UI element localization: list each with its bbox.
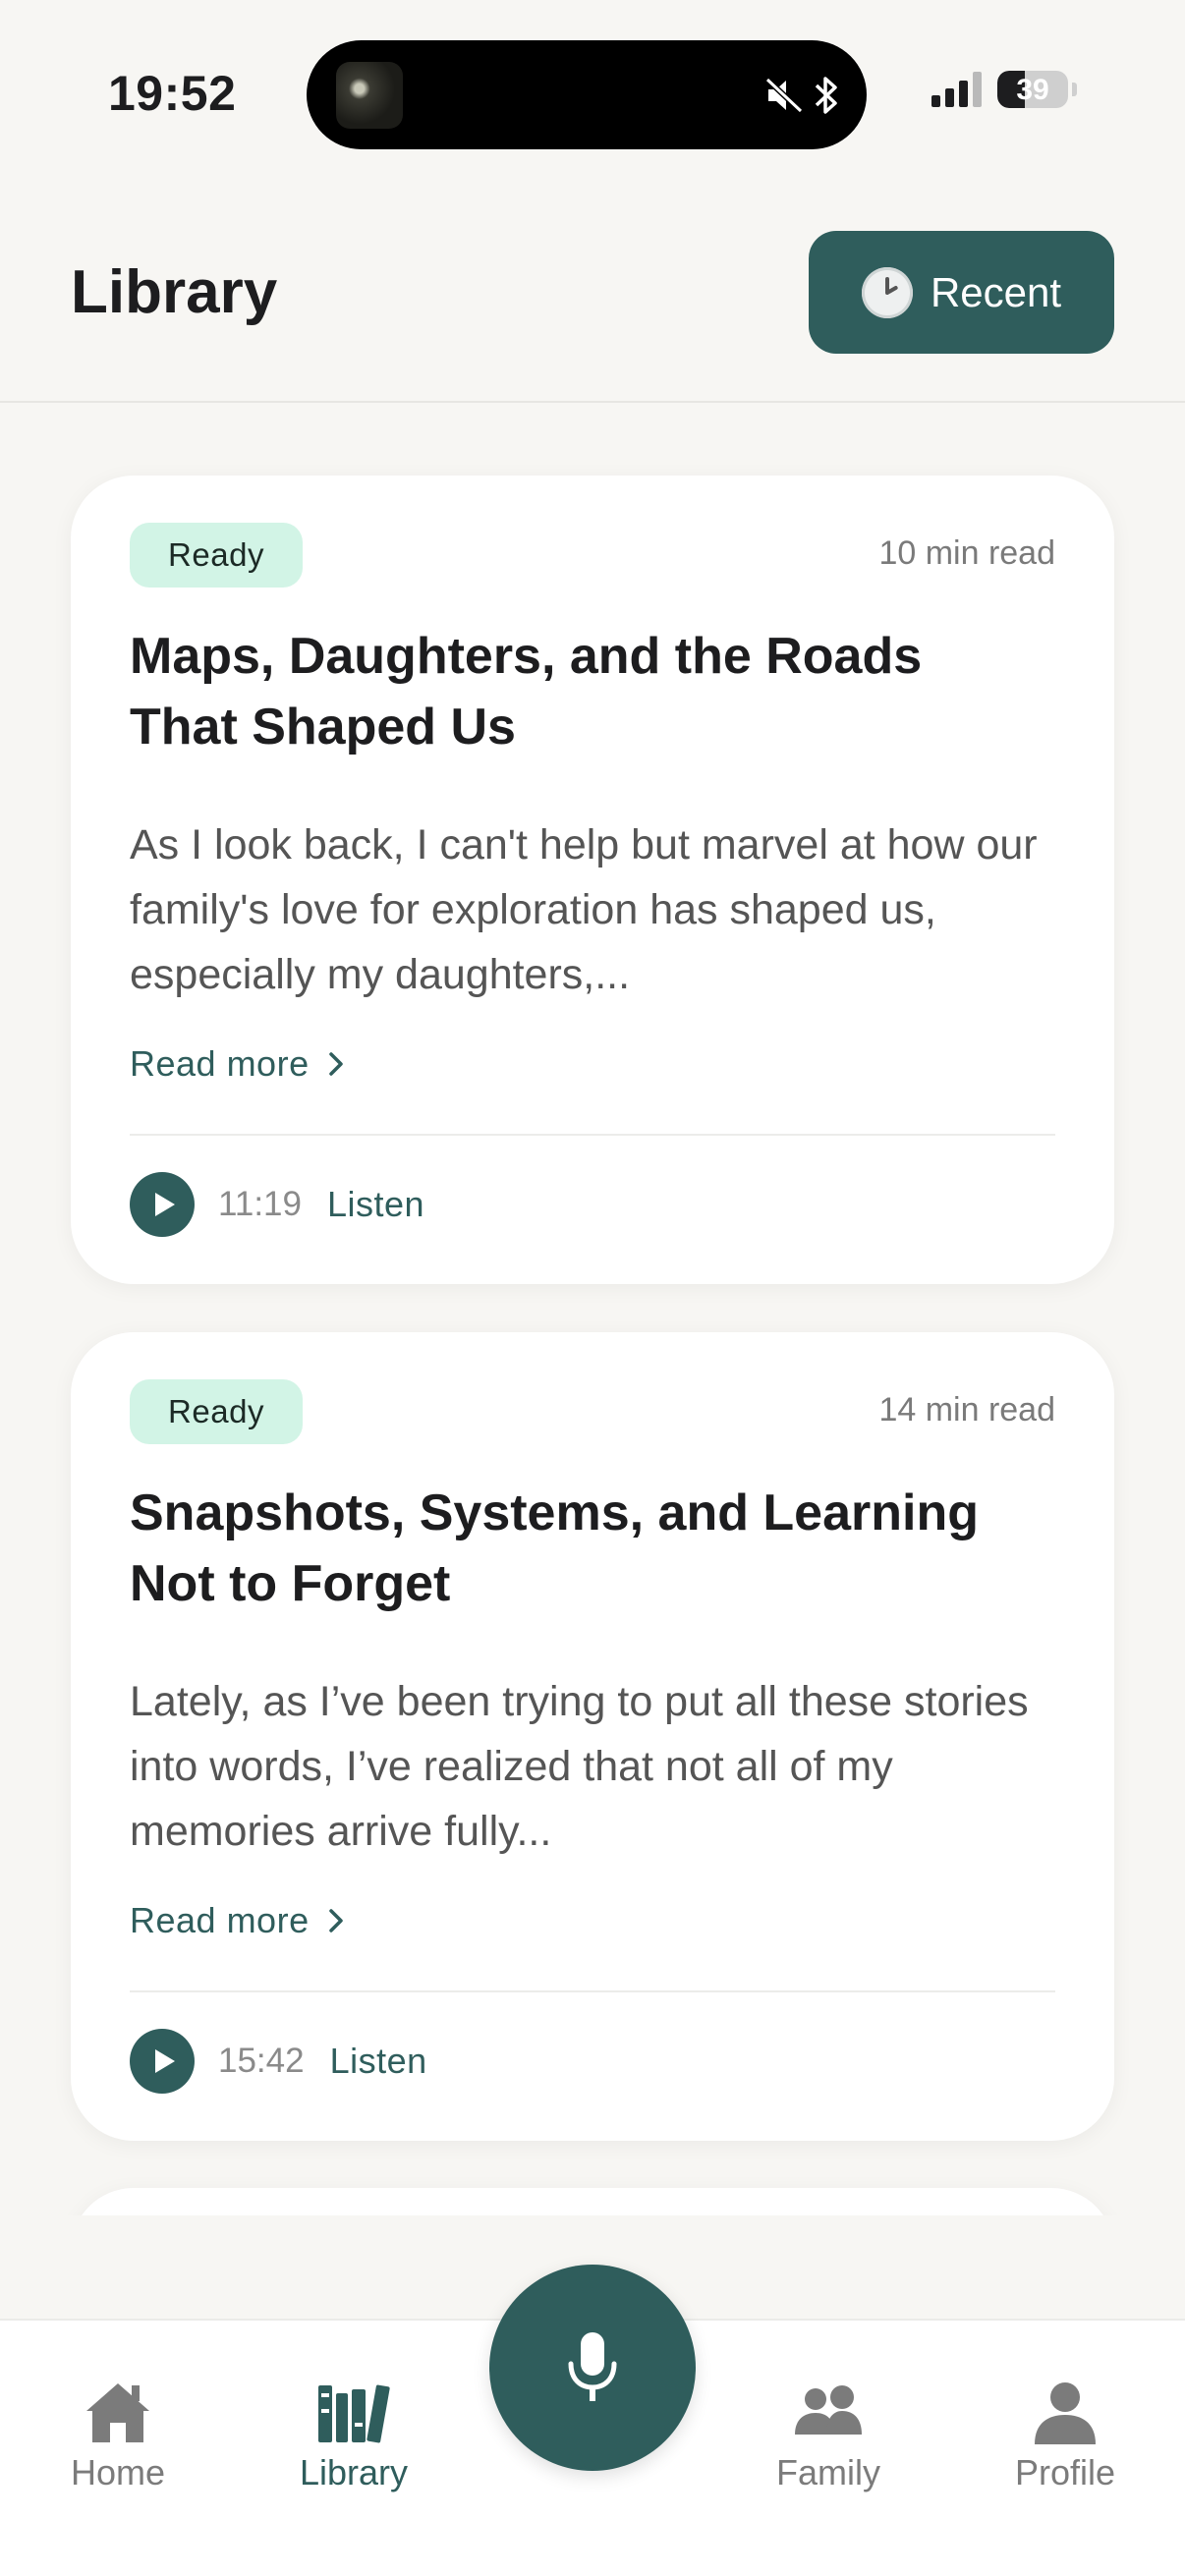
story-card-partial[interactable] bbox=[71, 2188, 1114, 2215]
status-bar: 19:52 39 bbox=[0, 0, 1185, 177]
recent-button[interactable]: Recent bbox=[809, 231, 1114, 354]
audio-duration: 15:42 bbox=[218, 2042, 305, 2080]
microphone-icon bbox=[568, 2332, 617, 2401]
story-excerpt: As I look back, I can't help but marvel … bbox=[130, 821, 1038, 998]
battery-icon: 39 bbox=[997, 71, 1068, 108]
card-divider bbox=[130, 1134, 1055, 1136]
story-title[interactable]: Snapshots, Systems, and Learning Not to … bbox=[130, 1478, 1044, 1619]
battery-cap bbox=[1072, 83, 1077, 96]
recent-button-label: Recent bbox=[930, 268, 1062, 315]
story-card[interactable]: Ready 14 min read Snapshots, Systems, an… bbox=[71, 1332, 1114, 2141]
story-excerpt: Lately, as I’ve been trying to put all t… bbox=[130, 1678, 1029, 1855]
audio-row: 15:42 Listen bbox=[130, 2028, 427, 2095]
tab-profile[interactable]: Profile bbox=[967, 2380, 1163, 2493]
profile-icon bbox=[1035, 2382, 1096, 2444]
story-list[interactable]: Ready 10 min read Maps, Daughters, and t… bbox=[0, 405, 1185, 2215]
audio-duration: 11:19 bbox=[218, 1185, 302, 1223]
cellular-signal-icon bbox=[931, 72, 982, 107]
play-icon[interactable] bbox=[130, 2029, 195, 2094]
page-header: Library Recent bbox=[0, 177, 1185, 403]
speaker-muted-icon bbox=[764, 77, 804, 114]
read-more-link[interactable]: Read more bbox=[130, 1900, 349, 1941]
status-badge: Ready bbox=[130, 1379, 303, 1444]
island-indicators bbox=[764, 68, 839, 123]
family-icon bbox=[795, 2385, 862, 2435]
play-icon[interactable] bbox=[130, 1172, 195, 1237]
story-title[interactable]: Maps, Daughters, and the Roads That Shap… bbox=[130, 621, 1044, 762]
tab-library-label: Library bbox=[299, 2452, 409, 2492]
status-badge: Ready bbox=[130, 523, 303, 588]
story-card[interactable]: Ready 10 min read Maps, Daughters, and t… bbox=[71, 476, 1114, 1284]
status-time: 19:52 bbox=[108, 66, 237, 121]
status-indicators: 39 bbox=[931, 71, 1077, 108]
read-more-label: Read more bbox=[130, 1900, 310, 1940]
library-books-icon bbox=[318, 2384, 390, 2443]
home-icon bbox=[86, 2383, 149, 2442]
read-time: 10 min read bbox=[878, 534, 1055, 572]
audio-row: 11:19 Listen bbox=[130, 1171, 424, 1238]
tab-family[interactable]: Family bbox=[730, 2380, 927, 2493]
library-screen: 19:52 39 Library Recent Ready 10 min rea… bbox=[0, 0, 1185, 2576]
tab-home-label: Home bbox=[70, 2452, 166, 2492]
clock-icon bbox=[861, 266, 913, 318]
page-title: Library bbox=[71, 258, 278, 326]
tab-library[interactable]: Library bbox=[255, 2380, 452, 2493]
read-more-link[interactable]: Read more bbox=[130, 1043, 349, 1085]
read-time: 14 min read bbox=[878, 1391, 1055, 1428]
listen-button[interactable]: Listen bbox=[330, 2041, 427, 2082]
battery-percent: 39 bbox=[1016, 74, 1049, 106]
listen-button[interactable]: Listen bbox=[327, 1184, 424, 1225]
record-mic-button[interactable] bbox=[489, 2265, 696, 2471]
dynamic-island[interactable] bbox=[307, 40, 867, 149]
read-more-label: Read more bbox=[130, 1043, 310, 1084]
chevron-right-icon bbox=[328, 1909, 343, 1932]
tab-profile-label: Profile bbox=[1014, 2452, 1116, 2492]
tab-home[interactable]: Home bbox=[20, 2380, 216, 2493]
tab-family-label: Family bbox=[776, 2452, 880, 2492]
card-divider bbox=[130, 1990, 1055, 1992]
chevron-right-icon bbox=[328, 1052, 343, 1076]
now-playing-thumbnail bbox=[336, 62, 403, 129]
bluetooth-icon bbox=[815, 77, 837, 114]
